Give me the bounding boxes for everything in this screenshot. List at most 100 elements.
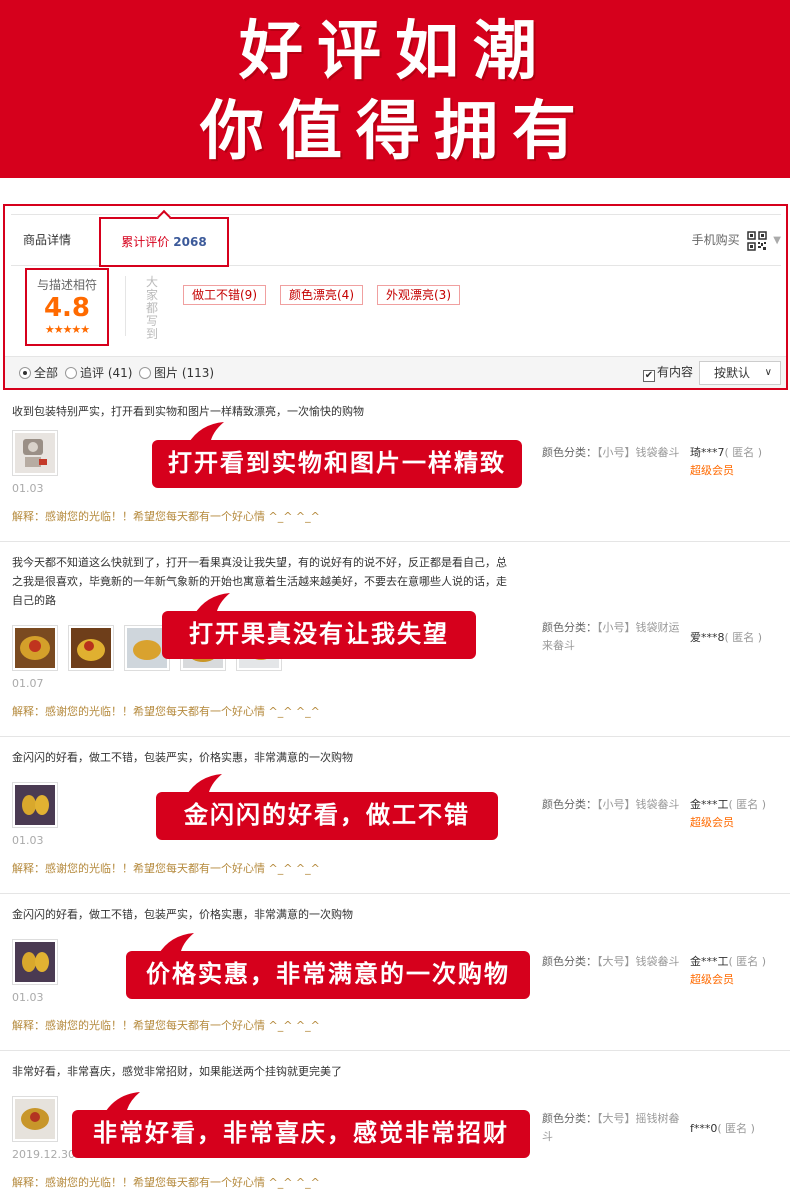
callout-bubble: 打开果真没有让我失望 xyxy=(162,611,476,659)
impression-tag[interactable]: 做工不错(9) xyxy=(183,285,266,305)
vip-badge: 超级会员 xyxy=(690,973,734,986)
review-photo-image xyxy=(127,628,167,668)
callout-bubble: 金闪闪的好看，做工不错 xyxy=(156,792,498,840)
review-photo[interactable] xyxy=(12,939,58,985)
seller-reply: 解释：感谢您的光临！！希望您每天都有一个好心情 ^_^ ^_^ xyxy=(12,1019,320,1032)
sort-select[interactable]: 按默认 ∨ xyxy=(699,361,781,385)
reviewer-name: f***0 xyxy=(690,1122,718,1135)
review-photo-image xyxy=(15,1099,55,1139)
callout-tail-icon xyxy=(104,1092,140,1114)
review-date: 01.03 xyxy=(12,482,44,495)
sku-value: 【小号】钱袋畚斗 xyxy=(597,446,680,459)
vip-badge: 超级会员 xyxy=(690,816,734,829)
review-photo[interactable] xyxy=(12,1096,58,1142)
vertical-label-char: 到 xyxy=(145,327,158,341)
star-rating-icon: ★★★★★ xyxy=(44,323,90,336)
review-date: 01.07 xyxy=(12,677,44,690)
review-filter-bar: 全部 追评 (41) 图片 (113) ✔ 有内容 按默认 ∨ xyxy=(5,356,786,388)
review-sku: 颜色分类：【小号】钱袋财运来畚斗 xyxy=(542,619,680,655)
sku-key: 颜色分类： xyxy=(542,1112,597,1125)
callout-bubble: 打开看到实物和图片一样精致 xyxy=(152,440,522,488)
review-photo-image xyxy=(71,628,111,668)
promo-banner: 好评如潮 你值得拥有 xyxy=(0,0,790,184)
review-photo[interactable] xyxy=(68,625,114,671)
reviewer: 金***工( 匿名 ) 超级会员 xyxy=(690,953,766,989)
vip-badge: 超级会员 xyxy=(690,464,734,477)
review-text: 金闪闪的好看，做工不错，包装严实，价格实惠，非常满意的一次购物 xyxy=(12,908,353,921)
filter-all-radio[interactable]: 全部 xyxy=(19,366,58,380)
banner-subheadline: 你值得拥有 xyxy=(200,94,590,169)
seller-reply: 解释：感谢您的光临！！希望您每天都有一个好心情 ^_^ ^_^ xyxy=(12,510,320,523)
chevron-down-icon: ▼ xyxy=(773,234,781,246)
filter-followup-radio[interactable]: 追评 (41) xyxy=(65,366,132,380)
filter-followup-label: 追评 (41) xyxy=(80,366,133,380)
sku-key: 颜色分类： xyxy=(542,446,597,459)
reviewer-name: 琦***7 xyxy=(690,446,725,459)
review-date: 2019.12.30 xyxy=(12,1148,75,1161)
filter-pictures-radio[interactable]: 图片 (113) xyxy=(139,366,214,380)
callout-tail-icon xyxy=(194,593,230,615)
anonymous-label: ( 匿名 ) xyxy=(728,798,767,811)
review-text: 金闪闪的好看，做工不错，包装严实，价格实惠，非常满意的一次购物 xyxy=(12,751,353,764)
seller-reply: 解释：感谢您的光临！！希望您每天都有一个好心情 ^_^ ^_^ xyxy=(12,1176,320,1189)
checkmark-icon: ✔ xyxy=(643,370,655,382)
callout-bubble: 价格实惠，非常满意的一次购物 xyxy=(126,951,530,999)
impression-tag[interactable]: 颜色漂亮(4) xyxy=(280,285,363,305)
seller-reply: 解释：感谢您的光临！！希望您每天都有一个好心情 ^_^ ^_^ xyxy=(12,705,320,718)
radio-icon xyxy=(139,367,151,379)
anonymous-label: ( 匿名 ) xyxy=(728,955,767,968)
review-sku: 颜色分类：【小号】钱袋畚斗 xyxy=(542,796,680,814)
tab-active-caret xyxy=(156,209,172,225)
tab-reviews-count: 2068 xyxy=(173,235,207,249)
callout-tail-icon xyxy=(158,933,194,955)
reviewer: 爱***8( 匿名 ) xyxy=(690,629,762,647)
callout-tail-icon xyxy=(186,774,222,796)
radio-icon xyxy=(65,367,77,379)
radio-selected-icon xyxy=(19,367,31,379)
review-photo-image xyxy=(15,785,55,825)
tab-bar: 商品详情 累计评价 2068 手机购买 ▼ xyxy=(11,209,781,267)
review-photo[interactable] xyxy=(12,782,58,828)
reviewer-name: 金***工 xyxy=(690,798,729,811)
sku-key: 颜色分类： xyxy=(542,621,597,634)
filter-all-label: 全部 xyxy=(34,366,59,380)
reviewer-name: 爱***8 xyxy=(690,631,725,644)
review-sku: 颜色分类：【大号】摇钱树畚斗 xyxy=(542,1110,680,1146)
mobile-buy-link[interactable]: 手机购买 ▼ xyxy=(692,215,781,265)
review-sku: 颜色分类：【大号】钱袋畚斗 xyxy=(542,953,680,971)
qr-code-icon xyxy=(747,230,768,251)
reviewer: 金***工( 匿名 ) 超级会员 xyxy=(690,796,766,832)
tab-reviews[interactable]: 累计评价 2068 xyxy=(99,209,229,267)
impression-vertical-label: 大家都写到 xyxy=(145,276,159,341)
reviewer-name: 金***工 xyxy=(690,955,729,968)
impression-tag[interactable]: 外观漂亮(3) xyxy=(377,285,460,305)
review-photo[interactable] xyxy=(12,430,58,476)
has-content-checkbox[interactable]: ✔ 有内容 xyxy=(643,365,693,382)
sku-value: 【小号】钱袋畚斗 xyxy=(597,798,680,811)
callout-tail-icon xyxy=(188,422,224,444)
seller-reply: 解释：感谢您的光临！！希望您每天都有一个好心情 ^_^ ^_^ xyxy=(12,862,320,875)
review-photo-image xyxy=(15,628,55,668)
review-text: 收到包装特别严实，打开看到实物和图片一样精致漂亮，一次愉快的购物 xyxy=(12,405,364,418)
callout-bubble: 非常好看，非常喜庆，感觉非常招财 xyxy=(72,1110,530,1158)
anonymous-label: ( 匿名 ) xyxy=(717,1122,755,1135)
rating-title: 与描述相符 xyxy=(36,278,97,292)
review-text: 非常好看，非常喜庆，感觉非常招财，如果能送两个挂钩就更完美了 xyxy=(12,1065,342,1078)
review-summary-panel: 商品详情 累计评价 2068 手机购买 ▼ 与描述相符 4.8 ★★★★★ 大 … xyxy=(3,204,788,390)
reviewer: f***0( 匿名 ) xyxy=(690,1120,755,1138)
impression-tags: 做工不错(9) 颜色漂亮(4) 外观漂亮(3) xyxy=(183,284,474,305)
review-item: 我今天都不知道这么快就到了，打开一看果真没让我失望，有的说好有的说不好，反正都是… xyxy=(0,543,790,737)
tab-product-details[interactable]: 商品详情 xyxy=(23,215,71,265)
sku-key: 颜色分类： xyxy=(542,955,597,968)
review-date: 01.03 xyxy=(12,834,44,847)
has-content-label: 有内容 xyxy=(657,365,694,379)
review-text: 我今天都不知道这么快就到了，打开一看果真没让我失望，有的说好有的说不好，反正都是… xyxy=(12,556,507,607)
divider xyxy=(125,276,126,336)
review-item: 金闪闪的好看，做工不错，包装严实，价格实惠，非常满意的一次购物 01.03 解释… xyxy=(0,895,790,1051)
review-photo-image xyxy=(15,433,55,473)
banner-headline: 好评如潮 xyxy=(239,14,551,89)
anonymous-label: ( 匿名 ) xyxy=(724,631,763,644)
tab-reviews-label: 累计评价 xyxy=(121,235,170,249)
review-photo[interactable] xyxy=(12,625,58,671)
review-date: 01.03 xyxy=(12,991,44,1004)
